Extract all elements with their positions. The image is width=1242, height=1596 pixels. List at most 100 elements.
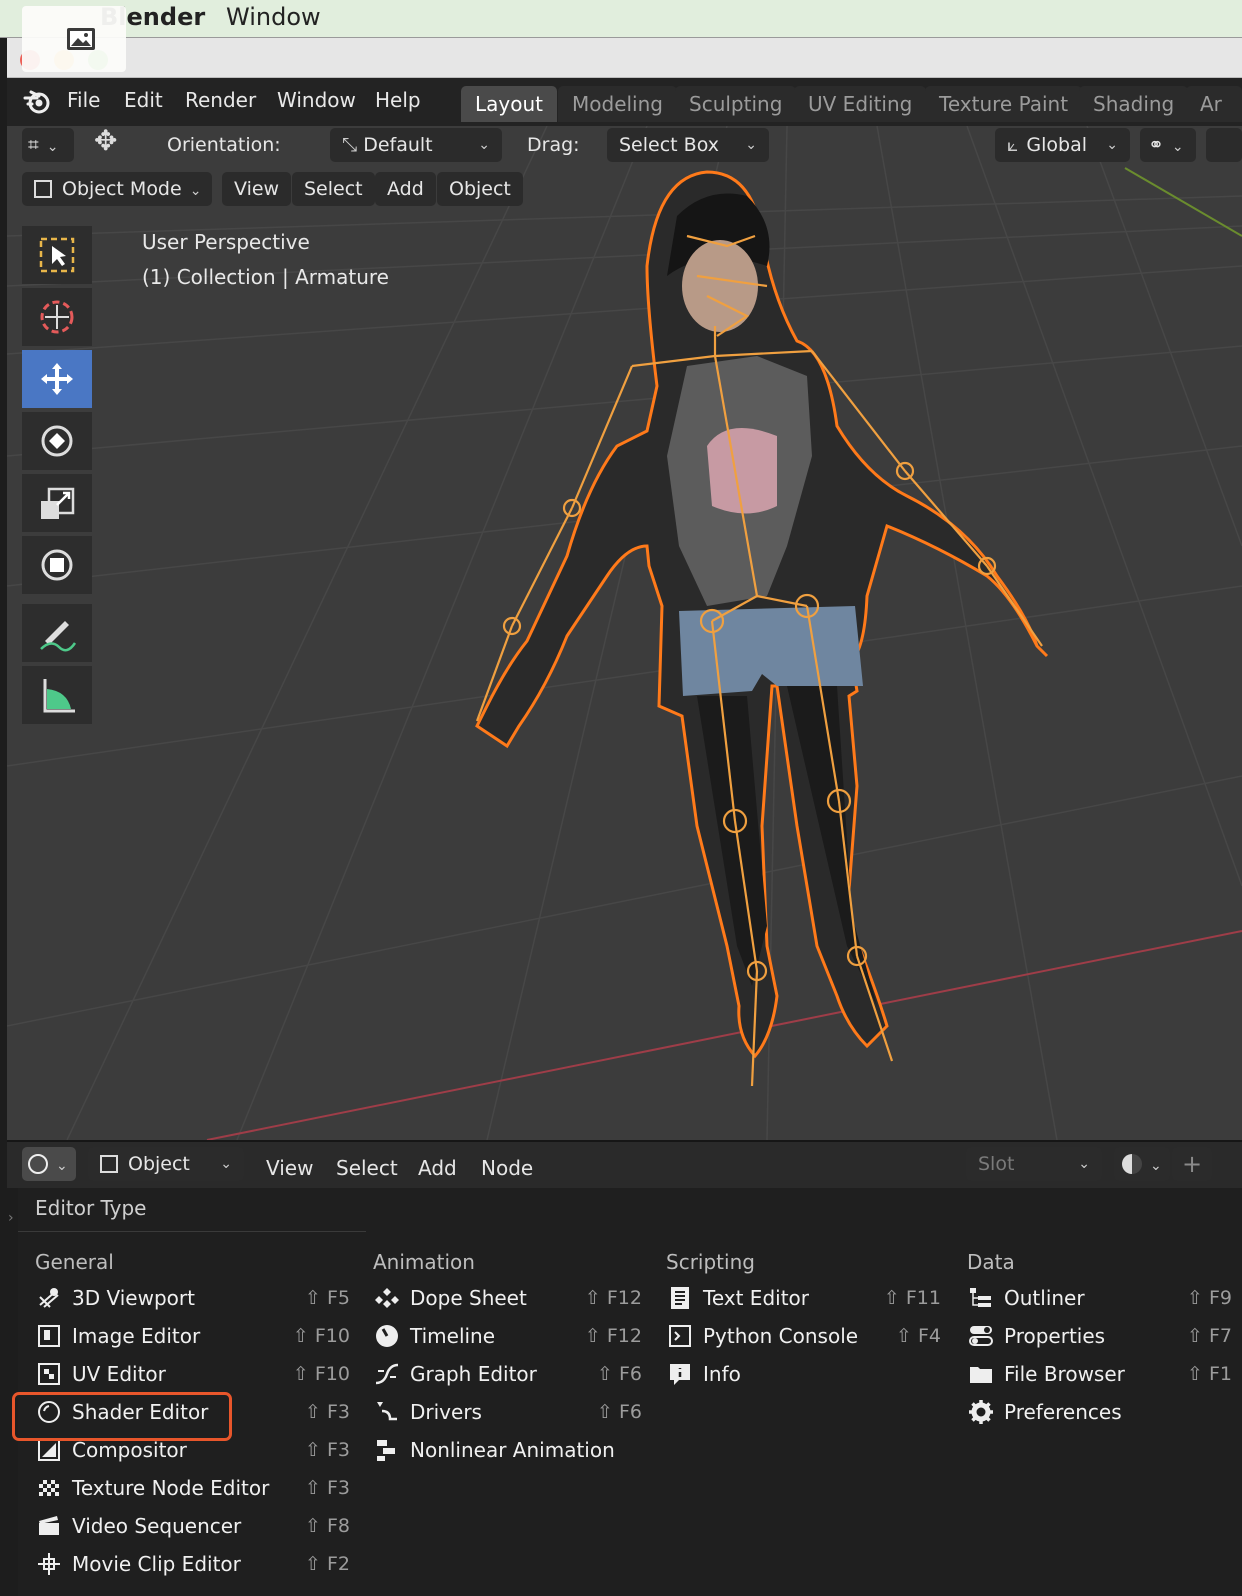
snap-toggle[interactable]: ⌗ ⌄	[22, 128, 74, 162]
menu-file[interactable]: File	[67, 88, 100, 112]
item-label: Text Editor	[703, 1286, 809, 1310]
menu-item-dope-sheet[interactable]: Dope Sheet ⇧ F12	[372, 1279, 642, 1317]
viewport-menu-add[interactable]: Add	[375, 172, 436, 206]
tool-shelf	[22, 226, 94, 746]
image-icon	[67, 28, 95, 50]
blender-logo-icon[interactable]	[22, 86, 52, 116]
chevron-down-icon: ⌄	[56, 1158, 68, 1174]
item-label: Timeline	[410, 1324, 496, 1348]
measure-tool[interactable]	[22, 666, 92, 724]
menu-item-texture-node-editor[interactable]: Texture Node Editor ⇧ F3	[34, 1469, 350, 1507]
menu-item-timeline[interactable]: Timeline ⇧ F12	[372, 1317, 642, 1355]
viewport-menu-view[interactable]: View	[222, 172, 292, 206]
node-menu-add[interactable]: Add	[418, 1156, 457, 1180]
texture-node-icon	[39, 1480, 59, 1496]
shader-editor-icon	[28, 1154, 48, 1174]
node-menu-view[interactable]: View	[266, 1156, 313, 1180]
annotate-tool[interactable]	[22, 604, 92, 662]
menu-item-info[interactable]: Info	[665, 1355, 941, 1393]
item-shortcut: ⇧ F12	[584, 1325, 642, 1347]
tab-modeling[interactable]: Modeling	[558, 86, 677, 122]
menu-item-graph-editor[interactable]: Graph Editor ⇧ F6	[372, 1355, 642, 1393]
item-label: Texture Node Editor	[72, 1476, 270, 1500]
menu-item-outliner[interactable]: Outliner ⇧ F9	[966, 1279, 1232, 1317]
viewport-menu-select[interactable]: Select	[292, 172, 375, 206]
tab-texture-paint[interactable]: Texture Paint	[925, 86, 1083, 122]
menu-item-video-sequencer[interactable]: Video Sequencer ⇧ F8	[34, 1507, 350, 1545]
shading-mode-dropdown[interactable]: ⌄	[1114, 1147, 1170, 1181]
viewport-3d-icon	[39, 1288, 59, 1308]
movie-clip-icon	[38, 1553, 60, 1575]
menu-item-movie-clip-editor[interactable]: Movie Clip Editor ⇧ F2	[34, 1545, 350, 1583]
menu-help[interactable]: Help	[375, 88, 421, 112]
node-menu-node[interactable]: Node	[481, 1156, 533, 1180]
select-box-tool[interactable]	[22, 226, 92, 284]
transform-orientation-dropdown[interactable]: ⟀ Global ⌄	[995, 128, 1130, 162]
snapping-button-truncated[interactable]	[1206, 128, 1242, 162]
drag-value: Select Box	[619, 134, 719, 156]
tab-uv-editing[interactable]: UV Editing	[794, 86, 927, 122]
editor-type-dropdown[interactable]: ⌄	[22, 1147, 76, 1181]
item-label: Drivers	[410, 1400, 482, 1424]
rotate-icon	[41, 425, 73, 457]
cursor-tool[interactable]	[22, 288, 92, 346]
active-collection-label: (1) Collection | Armature	[142, 265, 389, 289]
orientation-dropdown[interactable]: ⤡ Default ⌄	[330, 128, 502, 162]
dope-sheet-icon	[375, 1288, 399, 1308]
menu-window[interactable]: Window	[277, 88, 356, 112]
menu-item-file-browser[interactable]: File Browser ⇧ F1	[966, 1355, 1232, 1393]
item-shortcut: ⇧ F5	[305, 1287, 350, 1309]
chevron-down-icon: ⌄	[1106, 137, 1118, 153]
menu-item-nonlinear-animation[interactable]: Nonlinear Animation	[372, 1431, 642, 1469]
menu-item-text-editor[interactable]: Text Editor ⇧ F11	[665, 1279, 941, 1317]
item-shortcut: ⇧ F1	[1187, 1363, 1232, 1385]
item-label: Nonlinear Animation	[410, 1438, 615, 1462]
menu-item-image-editor[interactable]: Image Editor ⇧ F10	[34, 1317, 350, 1355]
move-icon	[41, 363, 73, 395]
chevron-down-icon: ⌄	[1150, 1158, 1162, 1174]
menu-item-preferences[interactable]: Preferences	[966, 1393, 1232, 1431]
tab-shading[interactable]: Shading	[1079, 86, 1189, 122]
chevron-down-icon: ⌄	[1171, 139, 1184, 155]
mode-value: Object Mode	[62, 178, 182, 200]
nla-icon	[377, 1440, 395, 1461]
menu-edit[interactable]: Edit	[124, 88, 163, 112]
menu-item-properties[interactable]: Properties ⇧ F7	[966, 1317, 1232, 1355]
scripting-column: Text Editor ⇧ F11 Python Console ⇧ F4 In…	[665, 1279, 941, 1393]
menu-item-3d-viewport[interactable]: 3D Viewport ⇧ F5	[34, 1279, 350, 1317]
item-shortcut: ⇧ F3	[305, 1439, 350, 1461]
menu-item-drivers[interactable]: Drivers ⇧ F6	[372, 1393, 642, 1431]
chevron-down-icon: ⌄	[1078, 1156, 1090, 1172]
rotate-tool[interactable]	[22, 412, 92, 470]
shader-object-dropdown[interactable]: Object ⌄	[88, 1147, 244, 1181]
node-menu-select[interactable]: Select	[336, 1156, 398, 1180]
sidebar-expand-arrow-icon[interactable]: ›	[8, 1210, 14, 1226]
move-tool[interactable]	[22, 350, 92, 408]
annotate-icon	[40, 621, 77, 652]
item-label: File Browser	[1004, 1362, 1125, 1386]
tab-layout[interactable]: Layout	[461, 86, 557, 122]
menu-render[interactable]: Render	[185, 88, 256, 112]
menu-item-uv-editor[interactable]: UV Editor ⇧ F10	[34, 1355, 350, 1393]
mode-dropdown[interactable]: Object Mode ⌄	[22, 172, 212, 206]
new-material-plus-icon[interactable]: +	[1172, 1147, 1212, 1181]
pivot-dropdown[interactable]: ⚭ ⌄	[1140, 128, 1196, 162]
transform-tool[interactable]	[22, 536, 92, 594]
image-editor-icon	[38, 1325, 60, 1347]
object-mode-icon	[34, 180, 52, 198]
tab-animation-truncated[interactable]: Ar	[1186, 86, 1242, 122]
character-model[interactable]	[475, 170, 1049, 1059]
shader-object-label: Object	[128, 1153, 190, 1175]
orientation-value: Default	[363, 134, 433, 156]
chevron-down-icon: ⌄	[745, 137, 757, 153]
scale-tool[interactable]	[22, 474, 92, 532]
viewport-menu-object[interactable]: Object	[437, 172, 523, 206]
menu-item-python-console[interactable]: Python Console ⇧ F4	[665, 1317, 941, 1355]
chevron-down-icon: ⌄	[46, 139, 59, 155]
move-gizmo-icon[interactable]: ✥	[94, 124, 117, 157]
mac-window-menu[interactable]: Window	[226, 3, 321, 31]
tab-sculpting[interactable]: Sculpting	[675, 86, 797, 122]
drag-dropdown[interactable]: Select Box ⌄	[607, 128, 769, 162]
properties-icon	[969, 1326, 993, 1346]
slot-dropdown[interactable]: Slot ⌄	[966, 1147, 1102, 1181]
